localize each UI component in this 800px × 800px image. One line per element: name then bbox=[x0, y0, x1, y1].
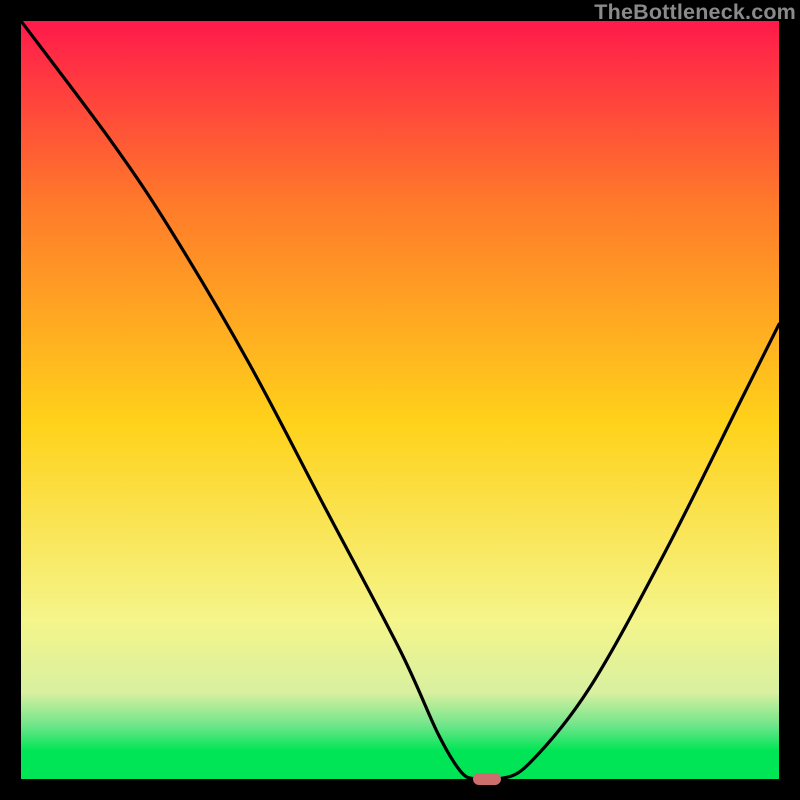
chart-frame bbox=[21, 21, 779, 779]
bottleneck-curve bbox=[21, 21, 779, 779]
stage: TheBottleneck.com bbox=[0, 0, 800, 800]
optimal-marker bbox=[473, 773, 501, 785]
